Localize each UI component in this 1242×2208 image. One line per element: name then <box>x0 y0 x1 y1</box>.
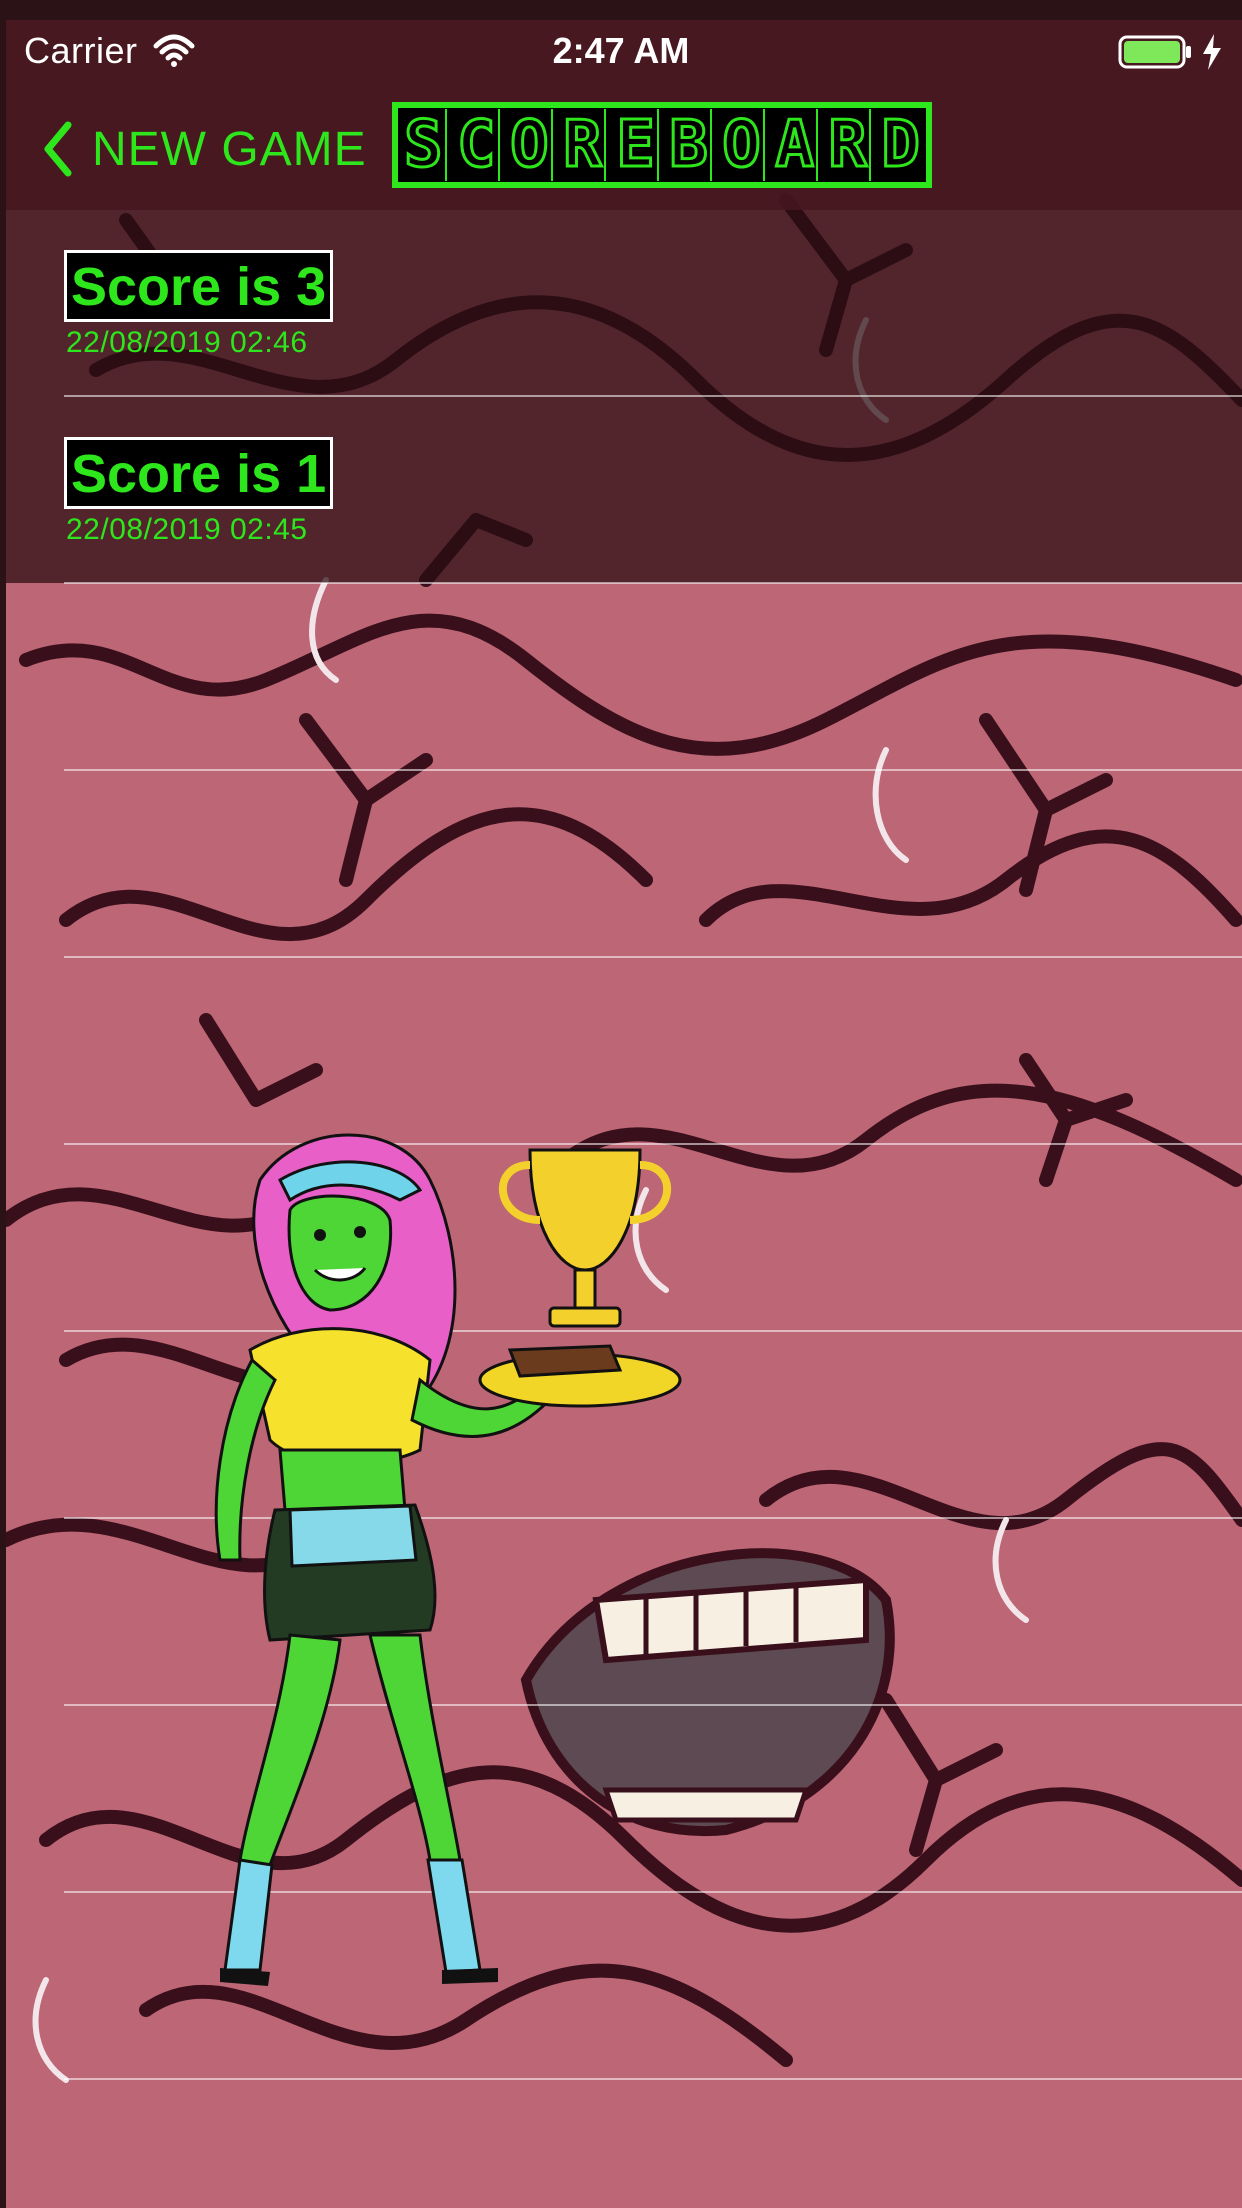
score-label: Score is 3 <box>64 250 334 322</box>
navigation-bar: NEW GAME SCOREBOARD <box>0 88 1242 210</box>
title-letter: B <box>667 108 712 183</box>
score-row[interactable]: Score is 3 22/08/2019 02:46 <box>0 210 1242 397</box>
empty-row <box>0 584 1242 771</box>
chevron-left-icon <box>44 121 72 177</box>
title-letter: O <box>508 108 553 183</box>
empty-row <box>0 771 1242 958</box>
new-game-back-button[interactable]: NEW GAME <box>40 116 367 182</box>
score-row[interactable]: Score is 1 22/08/2019 02:45 <box>0 397 1242 584</box>
title-letter: D <box>880 108 921 183</box>
bolt-icon <box>1200 32 1224 72</box>
title-letter: R <box>561 108 606 183</box>
title-letter: E <box>614 108 659 183</box>
title-letter: A <box>773 108 818 183</box>
score-label: Score is 1 <box>64 437 334 509</box>
scoreboard-screen: Carrier 2:47 AM NEW GAME S C O R E B O A… <box>0 0 1242 2208</box>
page-title: SCOREBOARD <box>392 102 932 188</box>
back-button-label: NEW GAME <box>92 122 367 176</box>
score-date: 22/08/2019 02:46 <box>66 326 308 359</box>
battery-icon <box>1118 34 1194 70</box>
title-letter: C <box>455 108 500 183</box>
title-letter: S <box>402 108 447 183</box>
zombie-waitress-trophy-illustration <box>180 1120 700 2010</box>
score-date: 22/08/2019 02:45 <box>66 513 308 546</box>
row-separator <box>64 2078 1242 2080</box>
status-bar: Carrier 2:47 AM <box>0 20 1242 84</box>
page-title-text: SCOREBOARD <box>402 108 922 183</box>
empty-row <box>0 958 1242 1145</box>
title-letter: O <box>720 108 765 183</box>
title-letter: R <box>826 108 871 183</box>
status-time: 2:47 AM <box>552 30 690 71</box>
